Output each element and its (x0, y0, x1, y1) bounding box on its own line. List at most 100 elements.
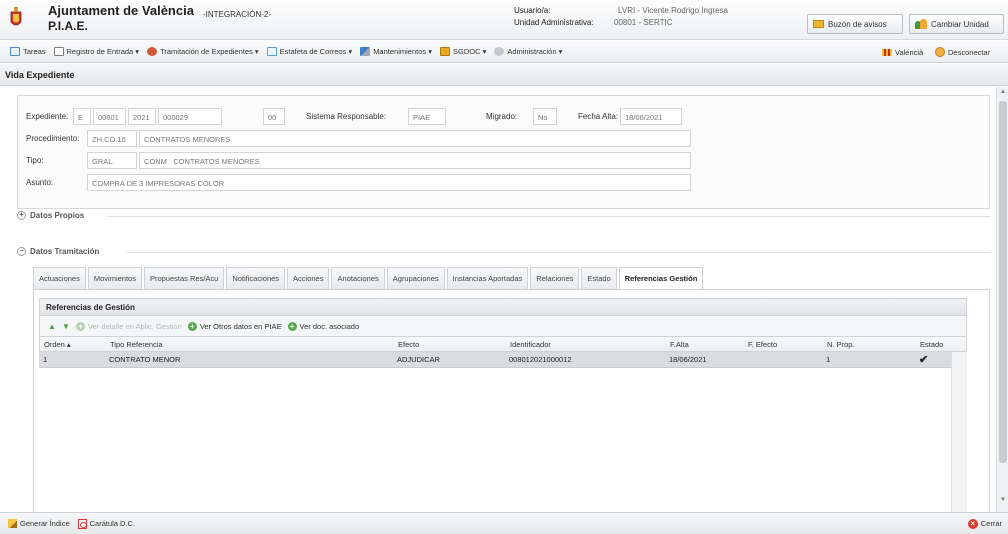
scrollbar-thumb[interactable] (999, 101, 1007, 463)
menu-tareas-label: Tareas (23, 47, 46, 56)
procedimiento-desc-field[interactable]: CONTRATOS MENORES (139, 130, 691, 147)
menu-estafeta-label: Estafeta de Correos ▾ (279, 47, 353, 56)
close-icon: × (967, 518, 978, 529)
scroll-up-icon[interactable]: ▲ (1000, 89, 1006, 95)
expediente-field-type[interactable]: E (73, 108, 91, 125)
tab-relaciones[interactable]: Relaciones (530, 267, 580, 289)
migrado-field[interactable]: No (533, 108, 557, 125)
cell-nprop: 1 (826, 355, 831, 364)
add-circle-icon: + (76, 321, 85, 331)
unit-label: Unidad Administrativa: (514, 18, 594, 27)
tab-actuaciones[interactable]: Actuaciones (33, 267, 86, 289)
tipo-code2-text: CONM (144, 157, 167, 166)
tipo-desc-field[interactable]: CONM CONTRATOS MENORES (139, 152, 691, 169)
expediente-field-year[interactable]: 2021 (128, 108, 156, 125)
tab-notificaciones[interactable]: Notificaciones (226, 267, 286, 289)
pencil-icon (8, 519, 17, 528)
fecha-alta-field[interactable]: 18/06/2021 (620, 108, 682, 125)
procedimiento-code-field[interactable]: ZH.CO.15 (87, 130, 137, 147)
table-row[interactable]: 1 CONTRATO MENOR ADJUDICAR 0080120210000… (39, 352, 951, 368)
app-title: Ajuntament de València (48, 3, 194, 18)
col-nprop[interactable]: N. Prop. (827, 340, 855, 349)
ver-doc-asociado-button[interactable]: + Ver doc. asociado (287, 321, 360, 331)
user-value: LVRI - Vicente Rodrigo Ingresa (618, 6, 728, 15)
buzon-avisos-label: Buzón de avisos (828, 19, 887, 29)
col-identificador[interactable]: Identificador (510, 340, 551, 349)
caratula-button[interactable]: Carátula D.C. (77, 518, 135, 529)
menu-administracion[interactable]: Administración ▾ (494, 47, 562, 56)
menu-mantenimientos[interactable]: Mantenimientos ▾ (360, 47, 432, 56)
tipo-label: Tipo: (26, 156, 44, 165)
menu-tramitacion[interactable]: Tramitación de Expedientes ▾ (147, 47, 259, 56)
tab-referencias-gestion[interactable]: Referencias Gestión (618, 267, 704, 290)
tipo-desc-text: CONTRATOS MENORES (173, 157, 260, 166)
tab-agrupaciones[interactable]: Agrupaciones (386, 267, 445, 289)
menu-tareas[interactable]: Tareas (10, 47, 46, 56)
generar-indice-button[interactable]: Generar Índice (8, 519, 70, 528)
cerrar-label: Cerrar (980, 519, 1002, 528)
col-orden[interactable]: Orden ▴ (44, 340, 71, 349)
asunto-field[interactable]: COMPRA DE 3 IMPRESORAS COLOR (87, 174, 691, 191)
expediente-field-unit[interactable]: 00801 (93, 108, 126, 125)
tab-estado[interactable]: Estado (581, 267, 617, 289)
tab-anotaciones[interactable]: Anotaciones (331, 267, 385, 289)
ver-otros-datos-button[interactable]: + Ver Otros datos en PIAE (187, 321, 282, 331)
col-tipo-referencia[interactable]: Tipo Referencia (110, 340, 163, 349)
expediente-field-suffix[interactable]: 00 (263, 108, 285, 125)
cell-identificador: 008012021000012 (509, 355, 572, 364)
menu-sgdoc[interactable]: SGDOC ▾ (439, 47, 487, 56)
sistema-responsable-field[interactable]: PIAE (408, 108, 446, 125)
move-up-icon[interactable]: ▲ (48, 322, 56, 331)
scroll-down-icon[interactable]: ▼ (1000, 497, 1006, 503)
expediente-fieldset: Expediente: E 00801 2021 000029 00 Siste… (17, 95, 990, 209)
referencias-gestion-panel: Referencias de Gestión ▲ ▼ + Ver detalle… (33, 289, 990, 512)
city-crest-icon (10, 7, 22, 26)
cerrar-button[interactable]: × Cerrar (967, 518, 1002, 529)
datos-propios-toggle[interactable]: + Datos Propios (17, 211, 84, 220)
ver-doc-asociado-label: Ver doc. asociado (299, 321, 360, 331)
tramitacion-tabs: Actuaciones Movimientos Propuestas Res/A… (33, 267, 705, 290)
sistema-responsable-label: Sistema Responsable: (306, 112, 387, 121)
cell-tipo-referencia: CONTRATO MENOR (109, 355, 181, 364)
menu-tramitacion-label: Tramitación de Expedientes ▾ (160, 47, 259, 56)
datos-tramitacion-toggle[interactable]: − Datos Tramitación (17, 247, 99, 256)
add-circle-icon: + (287, 321, 297, 331)
col-falta[interactable]: F.Alta (670, 340, 689, 349)
procedimiento-label: Procedimiento: (26, 134, 80, 143)
calendar-icon (10, 47, 20, 56)
add-circle-icon: + (187, 321, 197, 331)
expediente-label: Expediente: (26, 112, 69, 121)
disconnect-link[interactable]: Desconectar (935, 41, 990, 63)
expediente-field-number[interactable]: 000029 (158, 108, 222, 125)
app-header: Ajuntament de València P.I.A.E. -INTEGRA… (0, 0, 1008, 40)
section-title: Vida Expediente (0, 64, 1008, 86)
divider (126, 252, 990, 253)
ver-detalle-label: Ver detalle en Aplic. Gestión (88, 321, 182, 331)
cambiar-unidad-button[interactable]: Cambiar Unidad (909, 14, 1004, 34)
col-fefecto[interactable]: F. Efecto (748, 340, 777, 349)
menu-registro-entrada[interactable]: Registro de Entrada ▾ (53, 47, 139, 56)
grid-toolbar: ▲ ▼ + Ver detalle en Aplic. Gestión + Ve… (39, 316, 967, 336)
menu-sgdoc-label: SGDOC ▾ (452, 47, 487, 56)
menu-administracion-label: Administración ▾ (507, 47, 563, 56)
grid-scrollbar[interactable] (951, 352, 967, 512)
collapse-plus-icon: + (17, 211, 26, 220)
collapse-minus-icon: − (17, 247, 26, 256)
tab-acciones[interactable]: Acciones (287, 267, 330, 289)
admin-gear-icon (494, 47, 505, 56)
col-efecto[interactable]: Efecto (398, 340, 419, 349)
disconnect-label: Desconectar (948, 47, 991, 57)
tab-movimientos[interactable]: Movimientos (87, 267, 142, 289)
tipo-code-field[interactable]: GRAL. (87, 152, 137, 169)
tab-propuestas[interactable]: Propuestas Res/Acu (143, 267, 225, 289)
menu-estafeta[interactable]: Estafeta de Correos ▾ (266, 47, 353, 56)
migrado-label: Migrado: (486, 112, 518, 121)
page-scrollbar[interactable]: ▲ ▼ (996, 87, 1008, 512)
buzon-avisos-button[interactable]: Buzón de avisos (807, 14, 903, 34)
mail-icon (266, 47, 277, 56)
tab-instancias[interactable]: Instancias Aportadas (446, 267, 529, 289)
ver-detalle-button[interactable]: + Ver detalle en Aplic. Gestión (76, 321, 182, 331)
col-estado[interactable]: Estado (920, 340, 943, 349)
language-valencia-link[interactable]: Valencià (882, 41, 923, 63)
move-down-icon[interactable]: ▼ (62, 322, 70, 331)
